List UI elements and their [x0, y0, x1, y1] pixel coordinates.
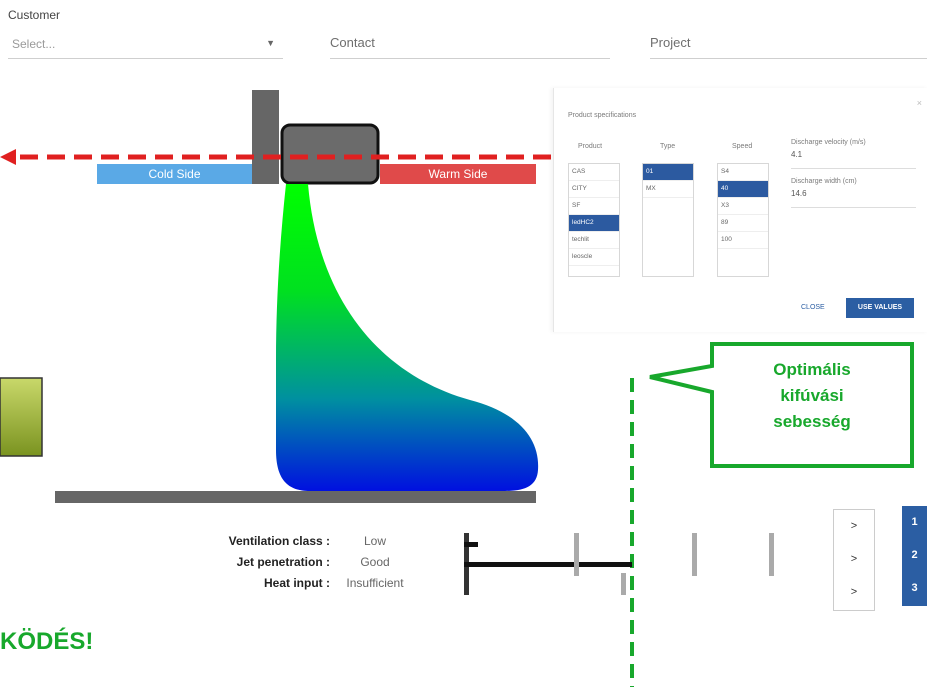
footer-heading: KÖDÉS!: [0, 628, 94, 655]
product-option[interactable]: techlit: [569, 232, 619, 249]
col-product: Product: [578, 143, 603, 150]
step-numbers: 1 2 3: [902, 506, 927, 606]
type-option[interactable]: MX: [643, 181, 693, 198]
product-spec-panel: Product specifications × Product Type Sp…: [553, 88, 927, 332]
ventilation-class-value: Low: [363, 533, 386, 548]
jet-penetration-label: Jet penetration :: [236, 554, 330, 569]
type-option[interactable]: 01: [643, 164, 693, 181]
heat-input-value: Insufficient: [346, 575, 404, 590]
ventilation-bar: [464, 542, 478, 547]
floor: [55, 491, 536, 503]
product-option[interactable]: SF: [569, 198, 619, 215]
callout-line-2: kifúvási: [780, 386, 844, 405]
discharge-velocity-input[interactable]: 4.1: [791, 150, 916, 169]
speed-option[interactable]: S4: [718, 164, 768, 181]
metric-row: Ventilation class : Low: [210, 530, 420, 551]
tick: [574, 533, 579, 576]
next-button-2[interactable]: >: [834, 543, 874, 576]
discharge-width-input[interactable]: 14.6: [791, 189, 916, 208]
air-jet-flow: [276, 184, 539, 491]
next-button-3[interactable]: >: [834, 576, 874, 609]
speed-option[interactable]: 100: [718, 232, 768, 249]
product-option[interactable]: CITY: [569, 181, 619, 198]
step-3[interactable]: 3: [902, 572, 927, 605]
metric-row: Heat input : Insufficient: [210, 572, 420, 593]
jet-penetration-value: Good: [360, 554, 390, 569]
col-type: Type: [660, 143, 676, 150]
speed-option[interactable]: 89: [718, 215, 768, 232]
close-icon[interactable]: ×: [917, 98, 922, 108]
wall: [252, 90, 279, 184]
product-option[interactable]: ledHC2: [569, 215, 619, 232]
arrow-head-icon: [0, 149, 16, 165]
speed-list[interactable]: S4 40 X3 89 100: [717, 163, 769, 277]
type-list[interactable]: 01 MX: [642, 163, 694, 277]
heat-input-label: Heat input :: [264, 575, 330, 590]
product-option[interactable]: leoscle: [569, 249, 619, 266]
metric-row: Jet penetration : Good: [210, 551, 420, 572]
penetration-bar: [464, 562, 632, 567]
speed-option[interactable]: X3: [718, 198, 768, 215]
air-curtain-unit: [280, 123, 380, 185]
spec-title: Product specifications: [568, 112, 637, 119]
side-button-fragment: [0, 377, 43, 457]
product-option[interactable]: CAS: [569, 164, 619, 181]
tick: [769, 533, 774, 576]
cold-side-label: Cold Side: [148, 167, 201, 181]
product-list[interactable]: CAS CITY SF ledHC2 techlit leoscle: [568, 163, 620, 277]
speed-option[interactable]: 40: [718, 181, 768, 198]
discharge-width-label: Discharge width (cm): [791, 178, 857, 185]
discharge-velocity-label: Discharge velocity (m/s): [791, 139, 866, 146]
col-speed: Speed: [732, 143, 753, 150]
step-2[interactable]: 2: [902, 539, 927, 572]
callout-line-1: Optimális: [773, 360, 851, 379]
use-values-button[interactable]: USE VALUES: [846, 298, 914, 318]
next-button-1[interactable]: >: [834, 510, 874, 543]
ventilation-class-label: Ventilation class :: [228, 533, 330, 548]
callout-line-3: sebesség: [773, 412, 851, 431]
metrics-panel: Ventilation class : Low Jet penetration …: [210, 530, 420, 593]
close-button[interactable]: CLOSE: [801, 304, 825, 311]
step-nav: > > >: [833, 509, 875, 611]
callout-text: Optimális kifúvási sebesség: [714, 357, 910, 435]
tick: [621, 573, 626, 595]
warm-side-label: Warm Side: [428, 167, 488, 181]
step-1[interactable]: 1: [902, 506, 927, 539]
tick: [692, 533, 697, 576]
